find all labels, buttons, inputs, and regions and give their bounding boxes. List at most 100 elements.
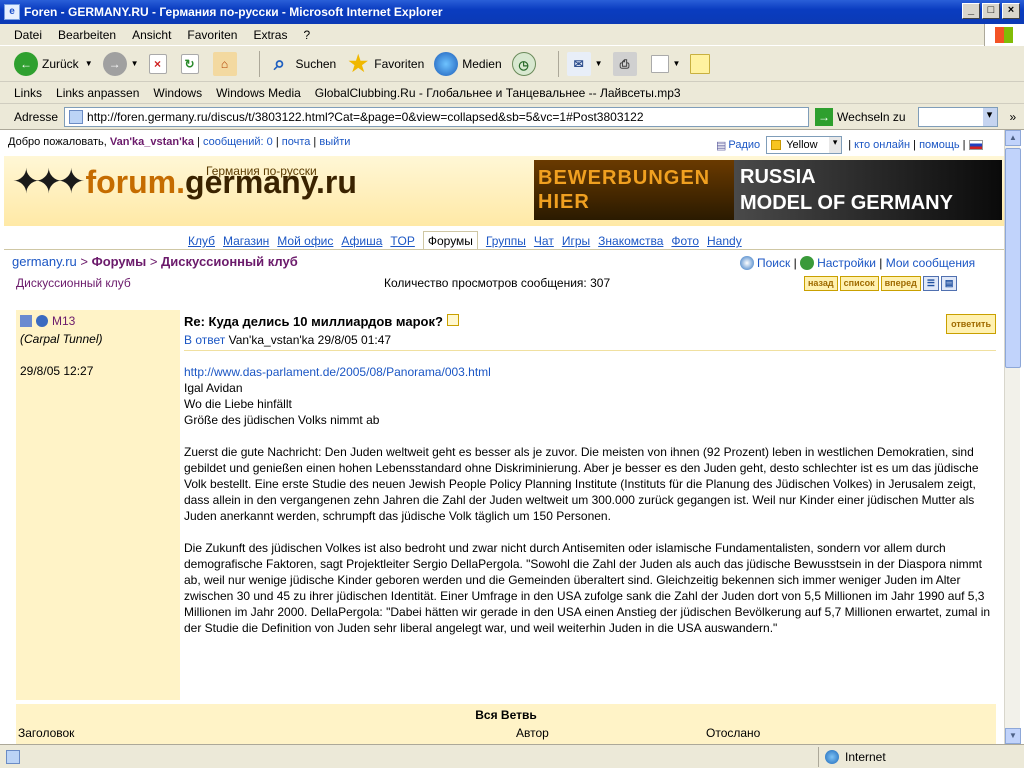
media-button[interactable]: Medien: [434, 51, 502, 76]
flag-icon[interactable]: [968, 140, 983, 150]
list-button[interactable]: список: [839, 276, 879, 291]
vertical-scrollbar[interactable]: ▲ ▼: [1004, 130, 1021, 744]
ie-icon: e: [4, 4, 20, 20]
nav-afisha[interactable]: Афиша: [341, 232, 382, 250]
back-button[interactable]: ← Zurück ▼: [14, 51, 93, 76]
crumb-forums[interactable]: Форумы: [92, 254, 147, 269]
reply-button[interactable]: ответить: [946, 314, 996, 334]
forum-name[interactable]: Дискуссионный клуб: [16, 276, 131, 290]
stop-button[interactable]: ×: [148, 53, 171, 74]
toolbar: ← Zurück ▼ → ▼ × ↻ ⌂ ⌕ Suchen ★ Favoriten Med…: [0, 46, 1024, 82]
next-post-button[interactable]: вперед: [880, 276, 921, 291]
messages-link[interactable]: сообщений: 0: [203, 136, 273, 148]
toolbar-dropdown[interactable]: [917, 106, 998, 127]
address-input[interactable]: http://foren.germany.ru/discus/t/3803122…: [64, 106, 810, 127]
expand-icon[interactable]: [20, 315, 32, 327]
close-button[interactable]: ×: [1002, 3, 1020, 19]
nav-office[interactable]: Мой офис: [277, 232, 333, 250]
menu-favoriten[interactable]: Favoriten: [187, 28, 237, 42]
links-bar: Links Links anpassen Windows Windows Med…: [0, 82, 1024, 104]
maximize-button[interactable]: □: [982, 3, 1000, 19]
go-button[interactable]: → Wechseln zu: [815, 107, 906, 126]
history-button[interactable]: ◷: [511, 51, 540, 76]
edit-button[interactable]: ▼: [650, 54, 680, 73]
site-header: ✦✦✦ forum.germany.ru Германия по-русски …: [4, 156, 1004, 226]
refresh-button[interactable]: ↻: [180, 53, 203, 74]
people-logo-icon: ✦✦✦: [12, 163, 86, 201]
mail-button[interactable]: ✉ ▼: [566, 51, 603, 76]
ad-banner[interactable]: BEWERBUNGEN HIER RUSSIA MODEL OF GERMANY: [534, 160, 1002, 220]
go-arrow-icon: →: [815, 107, 834, 126]
chevron-right-icon[interactable]: »: [1010, 110, 1017, 124]
page-status-icon: [6, 749, 20, 764]
edit-page-icon: [650, 54, 669, 73]
my-messages-link[interactable]: Мои сообщения: [886, 256, 975, 270]
article-link[interactable]: http://www.das-parlament.de/2005/08/Pano…: [184, 364, 996, 380]
nav-club[interactable]: Клуб: [188, 232, 215, 250]
nav-top[interactable]: TOP: [390, 232, 414, 250]
flat-view-icon[interactable]: ☰: [922, 276, 939, 291]
window-titlebar: e Foren - GERMANY.RU - Германия по-русск…: [0, 0, 1024, 24]
link-item[interactable]: Windows Media: [216, 86, 301, 100]
link-item[interactable]: Links anpassen: [56, 86, 139, 100]
crumb-club[interactable]: Дискуссионный клуб: [161, 254, 298, 269]
username-link[interactable]: Van'ka_vstan'ka: [110, 136, 194, 148]
media-icon: [434, 51, 459, 76]
notes-button[interactable]: [690, 53, 714, 74]
print-button[interactable]: ⎙: [612, 51, 641, 76]
minimize-button[interactable]: _: [962, 3, 980, 19]
post-icon: [446, 314, 459, 326]
logout-link[interactable]: выйти: [319, 136, 350, 148]
windows-logo: [984, 24, 1024, 46]
home-icon: ⌂: [212, 51, 237, 76]
menu-extras[interactable]: Extras: [253, 28, 287, 42]
search-button[interactable]: ⌕ Suchen: [268, 52, 336, 76]
nav-groups[interactable]: Группы: [486, 232, 526, 250]
home-button[interactable]: ⌂: [212, 51, 241, 76]
nav-games[interactable]: Игры: [562, 232, 590, 250]
forward-button[interactable]: → ▼: [102, 51, 139, 76]
top-right-tools: ▤ Радио Yellow | кто онлайн | помощь |: [716, 136, 983, 154]
favorites-button[interactable]: ★ Favoriten: [346, 51, 424, 76]
author-name[interactable]: M13: [52, 314, 75, 328]
search-icon: [740, 256, 754, 270]
site-logo[interactable]: ✦✦✦ forum.germany.ru Германия по-русски: [12, 162, 357, 202]
nav-handy[interactable]: Handy: [707, 232, 742, 250]
nav-photo[interactable]: Фото: [671, 232, 699, 250]
menu-help[interactable]: ?: [303, 28, 310, 42]
help-link[interactable]: помощь: [919, 139, 960, 151]
search-link[interactable]: Поиск: [757, 256, 790, 270]
address-bar: Adresse http://foren.germany.ru/discus/t…: [0, 104, 1024, 130]
mail-link[interactable]: почта: [282, 136, 311, 148]
back-arrow-icon: ←: [14, 51, 38, 76]
menu-bearbeiten[interactable]: Bearbeiten: [58, 28, 116, 42]
nav-chat[interactable]: Чат: [534, 232, 554, 250]
scroll-up-icon[interactable]: ▲: [1005, 130, 1021, 146]
breadcrumb: germany.ru > Форумы > Дискуссионный клуб: [12, 254, 298, 269]
yellow-swatch-icon: [771, 140, 782, 150]
threaded-view-icon[interactable]: ▤: [940, 276, 958, 291]
menu-datei[interactable]: Datei: [14, 28, 42, 42]
post: Re: Куда делись 10 миллиардов марок? отв…: [184, 310, 996, 700]
crumb-home[interactable]: germany.ru: [12, 254, 77, 269]
link-item[interactable]: GlobalClubbing.Ru - Глобальнее и Танцева…: [315, 86, 681, 100]
page-icon: [69, 109, 84, 124]
nav-dating[interactable]: Знакомства: [598, 232, 663, 250]
history-icon: ◷: [511, 51, 536, 76]
skin-select[interactable]: Yellow: [766, 136, 843, 154]
mail-icon: ✉: [566, 51, 591, 76]
online-link[interactable]: кто онлайн: [854, 139, 910, 151]
settings-icon: [800, 256, 815, 270]
radio-link[interactable]: Радио: [728, 139, 760, 151]
in-reply-link[interactable]: В ответ: [184, 333, 225, 347]
nav-shop[interactable]: Магазин: [223, 232, 269, 250]
scroll-thumb[interactable]: [1005, 148, 1021, 368]
menu-ansicht[interactable]: Ansicht: [132, 28, 171, 42]
welcome-bar: Добро пожаловать, Van'ka_vstan'ka | сооб…: [8, 136, 351, 148]
settings-link[interactable]: Настройки: [817, 256, 876, 270]
forward-arrow-icon: →: [102, 51, 127, 76]
link-item[interactable]: Windows: [153, 86, 202, 100]
back-post-button[interactable]: назад: [804, 276, 838, 291]
nav-forums[interactable]: Форумы: [422, 231, 478, 250]
scroll-down-icon[interactable]: ▼: [1005, 728, 1021, 744]
